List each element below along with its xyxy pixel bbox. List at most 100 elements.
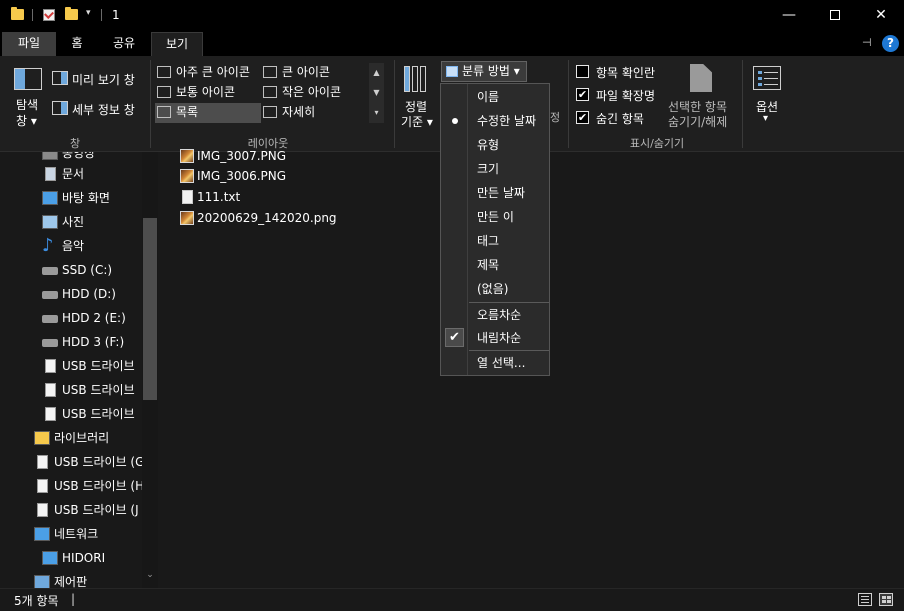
nav-item-label: 문서: [62, 167, 85, 181]
usb-drive-icon: [45, 383, 56, 397]
menu-item[interactable]: 만든 이: [468, 205, 549, 229]
item-checkboxes-checkbox[interactable]: [576, 65, 589, 78]
nav-item[interactable]: USB 드라이브 (J: [34, 499, 142, 521]
checkmark-icon: ✔: [445, 328, 464, 347]
menu-item[interactable]: 내림차순: [468, 326, 549, 350]
hide-selected-items-icon[interactable]: [690, 64, 712, 92]
usb-drive-icon: [37, 479, 48, 493]
image-file-icon: [180, 169, 194, 183]
navigation-pane-icon[interactable]: [14, 68, 42, 90]
help-icon[interactable]: ?: [882, 35, 899, 52]
menu-item[interactable]: 제목: [468, 253, 549, 277]
group-separator: [394, 60, 395, 148]
sort-by-dropdown[interactable]: 기준 ▾: [401, 113, 433, 130]
scroll-down-icon[interactable]: ⌄: [143, 570, 157, 584]
drive-icon: [42, 339, 58, 347]
nav-item[interactable]: USB 드라이브: [42, 355, 142, 377]
nav-item[interactable]: HDD 2 (E:): [42, 307, 142, 329]
menu-item[interactable]: (없음): [468, 277, 549, 301]
options-icon[interactable]: [753, 66, 781, 90]
nav-item[interactable]: USB 드라이브: [42, 379, 142, 401]
menu-item[interactable]: 크기: [468, 157, 549, 181]
extra-large-icons-icon: [157, 66, 171, 78]
text-file-icon: [182, 190, 193, 204]
nav-item[interactable]: 바탕 화면: [42, 187, 142, 209]
preview-pane-icon: [52, 71, 68, 85]
new-folder-icon[interactable]: [64, 7, 80, 23]
maximize-button[interactable]: [812, 0, 858, 32]
scroll-down-icon[interactable]: ▼: [369, 83, 384, 103]
menu-item[interactable]: 유형: [468, 133, 549, 157]
layout-small-icons[interactable]: 작은 아이콘: [263, 83, 367, 103]
file-item[interactable]: IMG_3006.PNG: [180, 166, 340, 186]
properties-icon[interactable]: [42, 7, 58, 23]
layout-medium-icons[interactable]: 보통 아이콘: [157, 83, 261, 103]
file-item[interactable]: IMG_3007.PNG: [180, 146, 340, 166]
nav-item[interactable]: 제어판: [34, 571, 142, 588]
computer-icon: [42, 551, 58, 565]
layout-list[interactable]: 목록: [155, 103, 261, 123]
layout-list-label: 목록: [176, 105, 199, 119]
layout-gallery-scroller[interactable]: ▲ ▼ ▾: [369, 63, 384, 123]
nav-item-label: USB 드라이브: [62, 407, 135, 421]
hide-selected-label-line2[interactable]: 숨기기/해제: [668, 113, 727, 130]
file-extensions-checkbox[interactable]: ✔: [576, 88, 589, 101]
ribbon-tabs: 파일 홈 공유 보기: [0, 32, 904, 56]
menu-item[interactable]: 오름차순: [468, 303, 549, 327]
group-separator: [150, 60, 151, 148]
layout-details-label: 자세히: [282, 105, 316, 119]
layout-details[interactable]: 자세히: [263, 103, 367, 123]
navigation-pane-dropdown[interactable]: 창 ▾: [16, 112, 37, 129]
nav-item[interactable]: HDD 3 (F:): [42, 331, 142, 353]
details-view-icon[interactable]: [858, 593, 872, 606]
nav-item[interactable]: 사진: [42, 211, 142, 233]
customize-toolbar-icon[interactable]: ▾: [86, 8, 91, 18]
group-by-button[interactable]: 분류 방법 ▾: [441, 61, 527, 82]
nav-item[interactable]: HIDORI: [42, 547, 142, 569]
tab-view[interactable]: 보기: [151, 32, 203, 56]
menu-item[interactable]: 태그: [468, 229, 549, 253]
layout-extra-large-icons[interactable]: 아주 큰 아이콘: [157, 63, 261, 83]
preview-pane-button[interactable]: 미리 보기 창: [72, 71, 135, 88]
layout-large-icons[interactable]: 큰 아이콘: [263, 63, 367, 83]
file-item[interactable]: 20200629_142020.png: [180, 208, 340, 228]
navigation-pane-label[interactable]: 탐색: [16, 96, 38, 113]
scroll-up-icon[interactable]: ▲: [369, 63, 384, 83]
nav-scrollbar-thumb[interactable]: [143, 218, 157, 400]
nav-item-label: USB 드라이브 (G: [54, 455, 145, 469]
details-pane-button[interactable]: 세부 정보 창: [72, 101, 135, 118]
pin-ribbon-icon[interactable]: ⊣: [862, 37, 876, 48]
large-icons-view-icon[interactable]: [879, 593, 893, 606]
options-dropdown[interactable]: ▾: [763, 113, 768, 124]
close-button[interactable]: ✕: [858, 0, 904, 32]
hidden-items-checkbox[interactable]: ✔: [576, 111, 589, 124]
file-item[interactable]: 111.txt: [180, 187, 340, 207]
navigation-pane: 동영상 문서 바탕 화면 사진 ♪ 음악 SSD (C:) HDD (D:) HDD 2 (E:…: [0, 152, 158, 588]
nav-item[interactable]: 라이브러리: [34, 427, 142, 449]
nav-item[interactable]: USB 드라이브 (H: [34, 475, 144, 497]
sort-by-icon[interactable]: [404, 66, 428, 92]
expand-gallery-icon[interactable]: ▾: [369, 103, 384, 123]
menu-item[interactable]: 이름: [468, 85, 549, 109]
tab-home[interactable]: 홈: [62, 32, 92, 56]
file-extensions-label: 파일 확장명: [596, 89, 656, 103]
medium-icons-icon: [157, 86, 171, 98]
nav-item[interactable]: USB 드라이브: [42, 403, 142, 425]
menu-item[interactable]: 수정한 날짜: [468, 109, 549, 133]
nav-item-label: 바탕 화면: [62, 191, 110, 205]
nav-item[interactable]: SSD (C:): [42, 259, 142, 281]
nav-item[interactable]: 문서: [42, 163, 142, 185]
item-checkboxes-label: 항목 확인란: [596, 66, 656, 80]
control-panel-icon: [34, 575, 50, 588]
minimize-button[interactable]: —: [766, 0, 812, 32]
tab-share[interactable]: 공유: [104, 32, 144, 56]
nav-item[interactable]: ♪ 음악: [42, 235, 142, 257]
choose-columns-item[interactable]: 열 선택...: [468, 351, 549, 375]
nav-item[interactable]: USB 드라이브 (G: [34, 451, 145, 473]
menu-item[interactable]: 만든 날짜: [468, 181, 549, 205]
tab-file[interactable]: 파일: [2, 32, 56, 56]
nav-item[interactable]: 네트워크: [34, 523, 142, 545]
group-separator: [568, 60, 569, 148]
nav-item[interactable]: HDD (D:): [42, 283, 142, 305]
usb-drive-icon: [37, 455, 48, 469]
